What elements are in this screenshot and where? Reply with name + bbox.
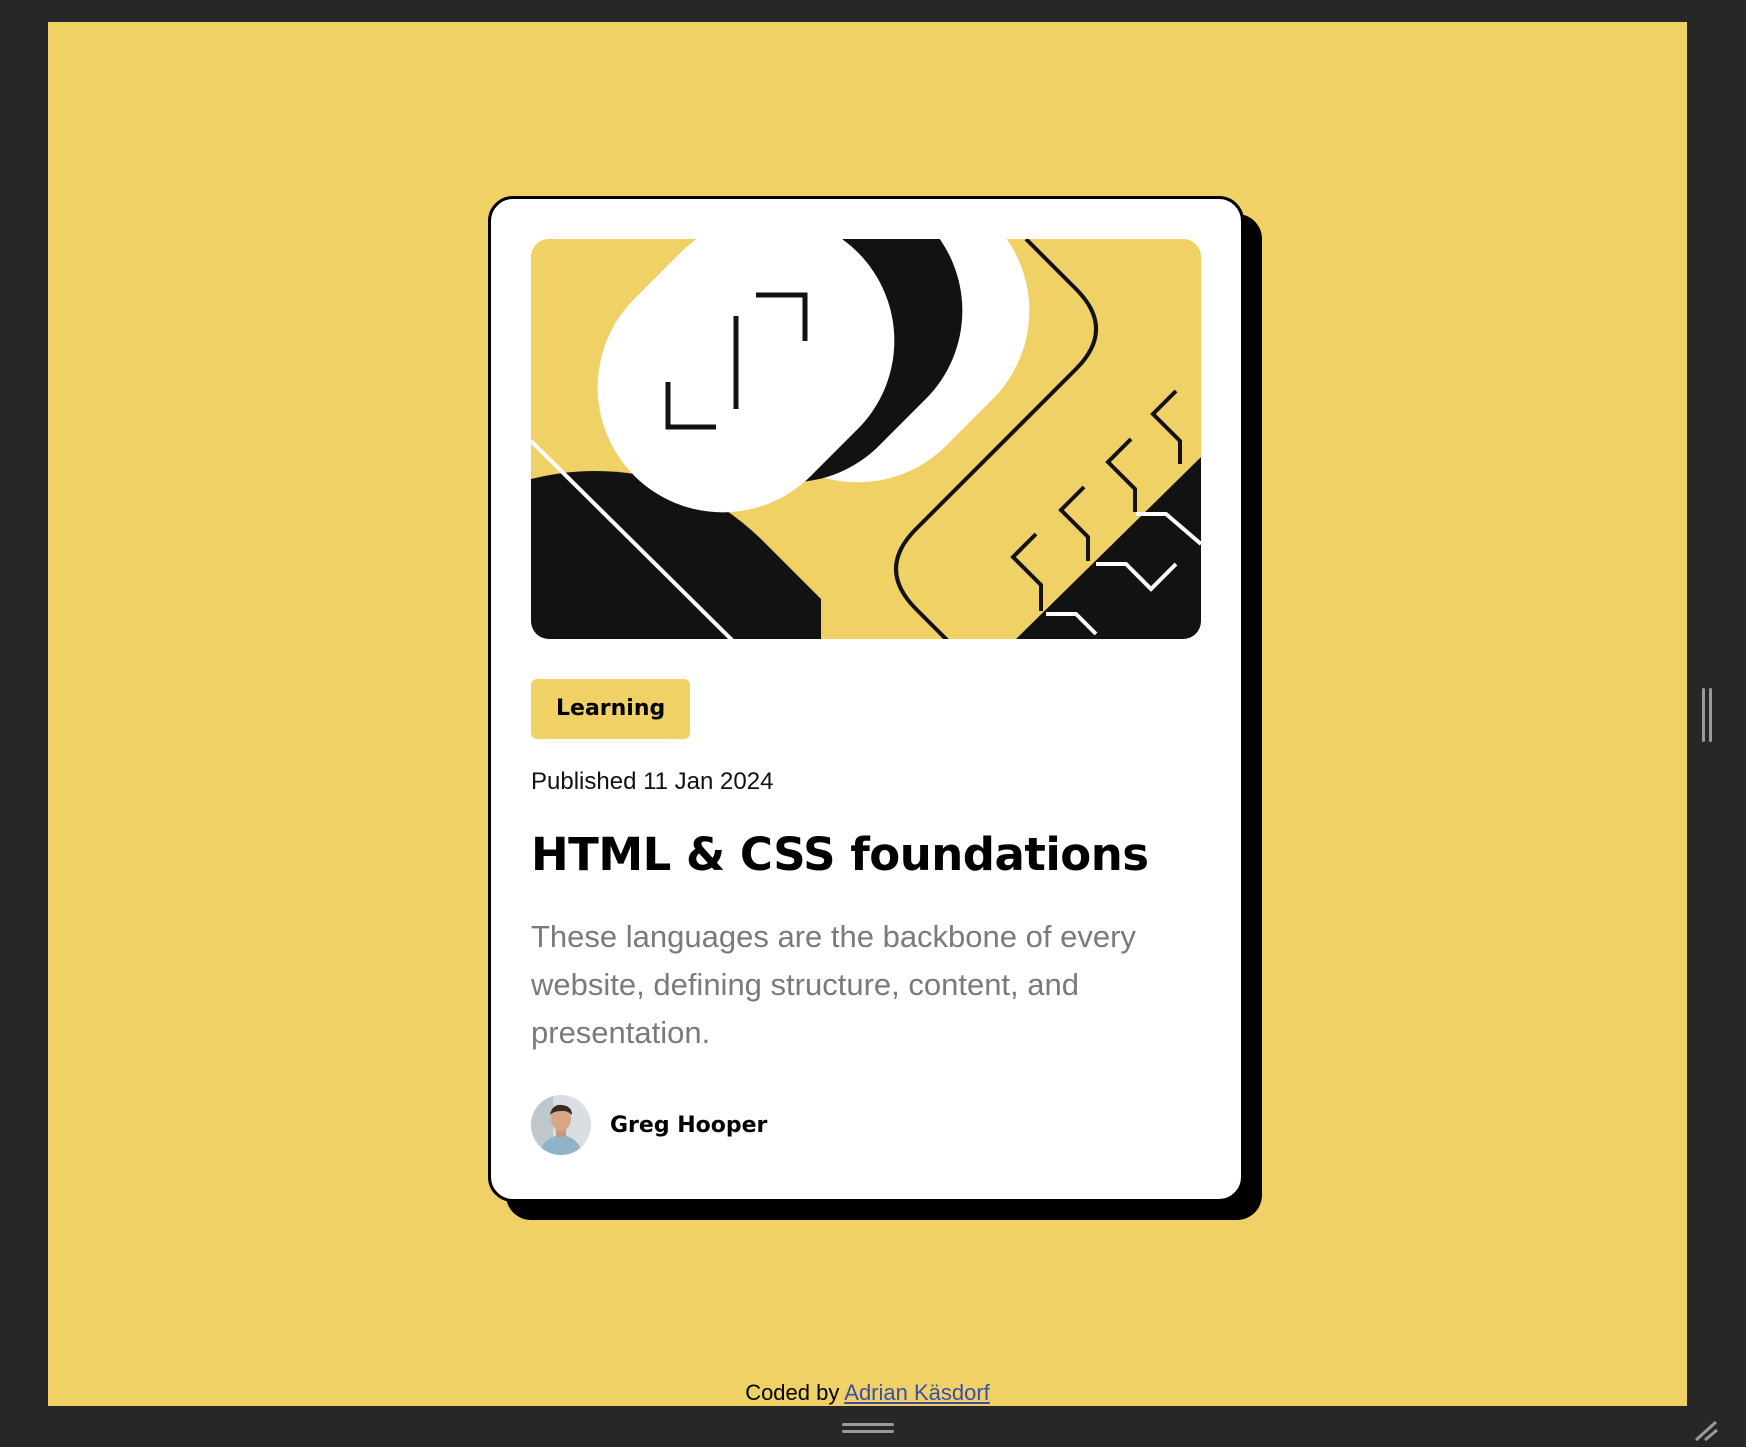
published-date: Published 11 Jan 2024 [531,768,774,795]
abstract-illustration-icon [531,239,1201,639]
author-name: Greg Hooper [610,1112,768,1138]
blog-preview-card: Learning Published 11 Jan 2024 HTML & CS… [488,196,1244,1202]
corner-resize-grip-icon[interactable] [1692,1418,1720,1442]
attribution-prefix: Coded by [745,1380,845,1405]
vertical-resize-handle-icon[interactable] [1700,688,1714,742]
card-title[interactable]: HTML & CSS foundations [531,827,1201,883]
avatar-photo-icon [531,1095,591,1155]
category-tag: Learning [531,679,691,739]
horizontal-resize-handle-icon[interactable] [842,1422,894,1434]
card-description: These languages are the backbone of ever… [531,919,1136,1050]
author: Greg Hooper [531,1095,1201,1155]
page-viewport: Learning Published 11 Jan 2024 HTML & CS… [48,22,1687,1406]
attribution: Coded by Adrian Käsdorf [48,1380,1687,1406]
attribution-link[interactable]: Adrian Käsdorf [844,1380,990,1405]
